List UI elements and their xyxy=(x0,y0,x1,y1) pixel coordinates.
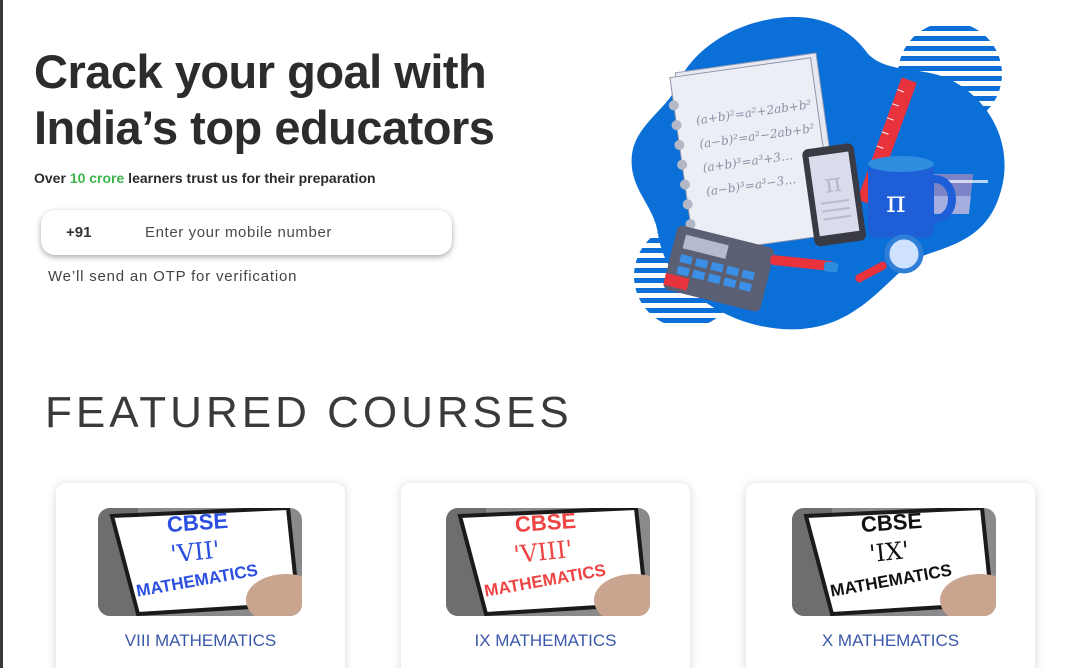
thumb-header: CBSE xyxy=(860,508,923,537)
course-thumbnail: CBSE 'IX' MATHEMATICS xyxy=(792,508,996,616)
mobile-number-input[interactable] xyxy=(145,224,405,241)
course-card-ix[interactable]: CBSE 'VIII' MATHEMATICS IX MATHEMATICS xyxy=(401,483,690,668)
course-thumbnail: CBSE 'VIII' MATHEMATICS xyxy=(446,508,650,616)
hero-subtitle-suffix: learners trust us for their preparation xyxy=(124,170,376,186)
phone-number-field[interactable]: +91 xyxy=(41,210,452,255)
country-code: +91 xyxy=(66,224,92,241)
course-title[interactable]: IX MATHEMATICS xyxy=(401,631,690,651)
course-title[interactable]: VIII MATHEMATICS xyxy=(56,631,345,651)
math-illustration: (a+b)²=a²+2ab+b² (a−b)²=a²−2ab+b² (a+b)³… xyxy=(631,16,1005,330)
hero-subtitle-prefix: Over xyxy=(34,170,70,186)
course-card-viii[interactable]: CBSE 'VII' MATHEMATICS VIII MATHEMATICS xyxy=(56,483,345,668)
hero-title-line-1: Crack your goal with xyxy=(34,45,487,98)
hero-title: Crack your goal with India’s top educato… xyxy=(34,44,495,156)
thumb-grade: 'VII' xyxy=(169,536,221,569)
otp-note: We’ll send an OTP for verification xyxy=(48,268,298,285)
thumb-header: CBSE xyxy=(166,508,229,537)
course-card-x[interactable]: CBSE 'IX' MATHEMATICS X MATHEMATICS xyxy=(746,483,1035,668)
hero-subtitle-highlight: 10 crore xyxy=(69,170,125,186)
hero-subtitle: Over 10 crore learners trust us for thei… xyxy=(34,170,376,186)
hero-title-line-2: India’s top educators xyxy=(34,101,495,154)
course-thumbnail: CBSE 'VII' MATHEMATICS xyxy=(98,508,302,616)
featured-courses-heading: FEATURED COURSES xyxy=(45,388,573,437)
thumb-grade: 'IX' xyxy=(868,536,910,568)
left-edge-rule xyxy=(0,0,3,668)
mug-pi-glyph: π xyxy=(886,185,906,220)
course-title[interactable]: X MATHEMATICS xyxy=(746,631,1035,651)
thumb-header: CBSE xyxy=(514,508,577,537)
